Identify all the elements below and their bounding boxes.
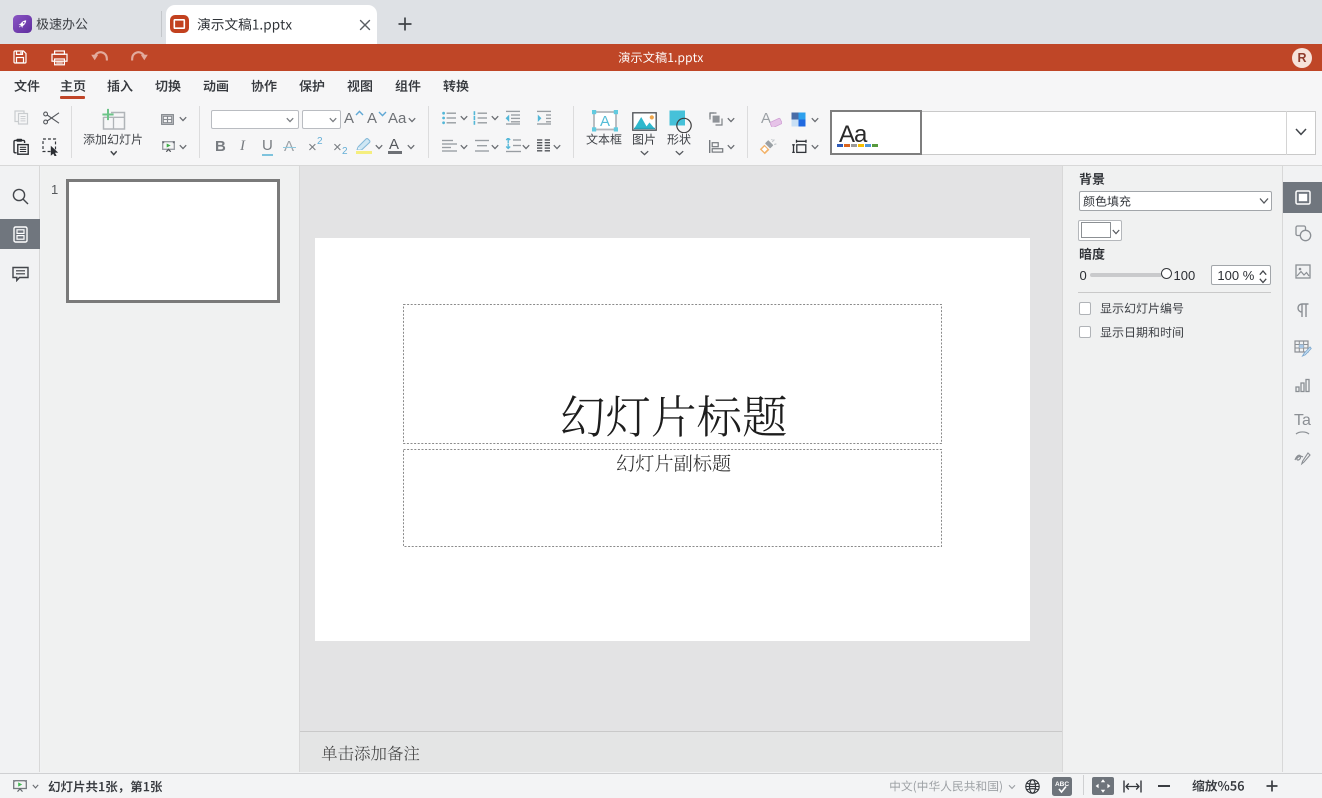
svg-text:A: A [599,113,609,130]
svg-text:ABC: ABC [1055,781,1069,788]
